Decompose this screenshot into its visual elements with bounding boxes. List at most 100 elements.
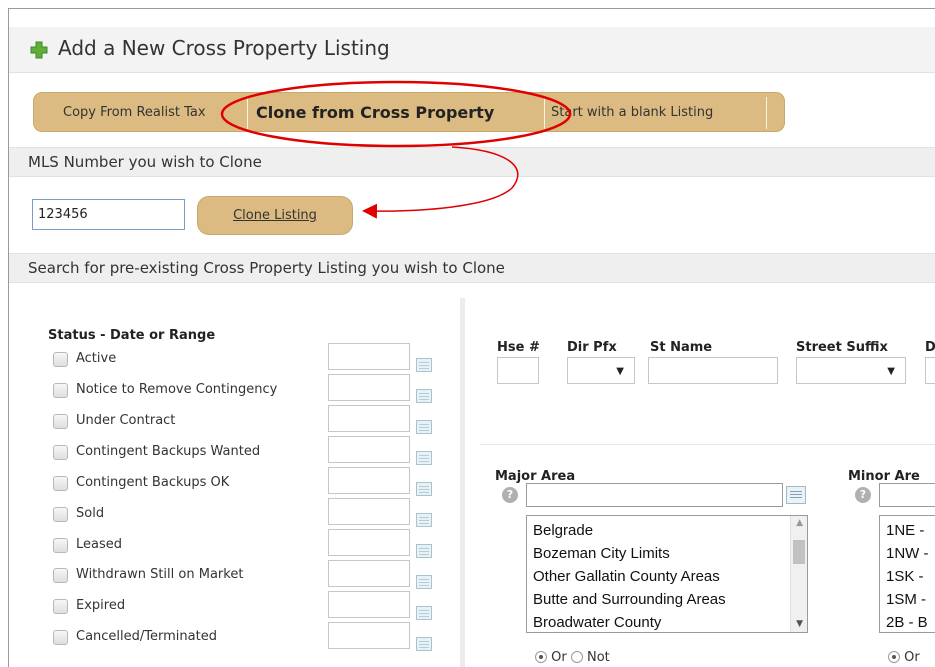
- scroll-down-icon[interactable]: ▼: [796, 619, 803, 629]
- major-area-label: Major Area: [495, 469, 576, 484]
- status-date-input[interactable]: [328, 374, 410, 401]
- list-item[interactable]: 1SM -: [886, 591, 926, 608]
- status-label: Withdrawn Still on Market: [76, 567, 244, 582]
- status-date-input[interactable]: [328, 622, 410, 649]
- status-checkbox[interactable]: [53, 568, 68, 583]
- help-icon[interactable]: ?: [855, 487, 871, 503]
- status-date-input[interactable]: [328, 467, 410, 494]
- not-radio[interactable]: [570, 651, 583, 663]
- status-date-input[interactable]: [328, 436, 410, 463]
- clone-listing-button[interactable]: Clone Listing: [197, 196, 353, 235]
- plus-icon: [30, 41, 48, 59]
- clone-section-label: MLS Number you wish to Clone: [28, 153, 262, 171]
- page-title: Add a New Cross Property Listing: [58, 36, 390, 60]
- status-date-input[interactable]: [328, 405, 410, 432]
- status-label: Active: [76, 351, 117, 366]
- status-checkbox[interactable]: [53, 476, 68, 491]
- tab-separator: [766, 97, 767, 129]
- or-label: Or: [904, 650, 920, 665]
- status-checkbox[interactable]: [53, 352, 68, 367]
- status-checkbox[interactable]: [53, 507, 68, 522]
- calendar-icon[interactable]: [416, 358, 432, 372]
- scroll-thumb[interactable]: [793, 540, 805, 564]
- calendar-icon[interactable]: [416, 513, 432, 527]
- scroll-up-icon[interactable]: ▲: [796, 518, 803, 528]
- help-icon[interactable]: ?: [502, 487, 518, 503]
- minor-area-listbox[interactable]: 1NE - 1NW - 1SK - 1SM - 2B - B: [879, 515, 935, 633]
- status-label: Cancelled/Terminated: [76, 629, 217, 644]
- list-item[interactable]: Other Gallatin County Areas: [533, 568, 720, 585]
- street-name-label: St Name: [650, 340, 713, 355]
- street-suffix-label: Street Suffix: [796, 340, 888, 355]
- clone-section-header: MLS Number you wish to Clone: [9, 147, 935, 177]
- status-date-input[interactable]: [328, 560, 410, 587]
- list-item[interactable]: Butte and Surrounding Areas: [533, 591, 726, 608]
- tab-separator: [247, 97, 248, 129]
- tab-start-blank-listing[interactable]: Start with a blank Listing: [551, 93, 713, 133]
- dir-suffix-label: D: [925, 340, 935, 355]
- list-item[interactable]: 2B - B: [886, 614, 928, 631]
- list-item[interactable]: Belgrade: [533, 522, 593, 539]
- street-name-input[interactable]: [648, 357, 778, 384]
- list-item[interactable]: Broadwater County: [533, 614, 661, 631]
- dir-prefix-label: Dir Pfx: [567, 340, 617, 355]
- chevron-down-icon: ▼: [616, 366, 624, 377]
- status-label: Contingent Backups OK: [76, 475, 230, 490]
- list-item[interactable]: Bozeman City Limits: [533, 545, 670, 562]
- chevron-down-icon: ▼: [887, 366, 895, 377]
- list-item[interactable]: 1NW -: [886, 545, 929, 562]
- tab-clone-from-cross-property[interactable]: Clone from Cross Property: [256, 93, 494, 133]
- status-label: Sold: [76, 506, 105, 521]
- house-number-input[interactable]: [497, 357, 539, 384]
- status-label: Leased: [76, 537, 123, 552]
- mls-number-input[interactable]: 123456: [32, 199, 185, 230]
- status-title: Status - Date or Range: [48, 328, 216, 343]
- or-radio[interactable]: [888, 651, 900, 663]
- major-area-input[interactable]: [526, 483, 783, 507]
- calendar-icon[interactable]: [416, 575, 432, 589]
- major-area-listbox[interactable]: Belgrade Bozeman City Limits Other Galla…: [526, 515, 808, 633]
- status-label: Notice to Remove Contingency: [76, 382, 278, 397]
- dir-prefix-select[interactable]: ▼: [567, 357, 635, 384]
- calendar-icon[interactable]: [416, 637, 432, 651]
- dir-suffix-input[interactable]: [925, 357, 935, 384]
- list-lookup-icon[interactable]: [786, 486, 806, 504]
- calendar-icon[interactable]: [416, 482, 432, 496]
- calendar-icon[interactable]: [416, 389, 432, 403]
- status-date-input[interactable]: [328, 343, 410, 370]
- status-label: Under Contract: [76, 413, 176, 428]
- area-divider: [480, 444, 935, 445]
- calendar-icon[interactable]: [416, 544, 432, 558]
- tab-bar: Copy From Realist Tax Clone from Cross P…: [33, 92, 785, 132]
- tab-copy-from-realist-tax[interactable]: Copy From Realist Tax: [63, 93, 206, 133]
- tab-separator: [544, 97, 545, 129]
- status-checkbox[interactable]: [53, 538, 68, 553]
- minor-area-input[interactable]: [879, 483, 935, 507]
- status-label: Contingent Backups Wanted: [76, 444, 261, 459]
- list-item[interactable]: 1NE -: [886, 522, 924, 539]
- minor-area-or: Or: [888, 650, 920, 665]
- status-checkbox[interactable]: [53, 414, 68, 429]
- status-checkbox[interactable]: [53, 383, 68, 398]
- status-date-input[interactable]: [328, 498, 410, 525]
- calendar-icon[interactable]: [416, 420, 432, 434]
- calendar-icon[interactable]: [416, 606, 432, 620]
- or-radio[interactable]: [535, 651, 547, 663]
- minor-area-label: Minor Are: [848, 469, 920, 484]
- status-checkbox[interactable]: [53, 445, 68, 460]
- scrollbar[interactable]: ▲ ▼: [790, 516, 807, 632]
- status-date-input[interactable]: [328, 529, 410, 556]
- list-item[interactable]: 1SK -: [886, 568, 924, 585]
- status-checkbox[interactable]: [53, 630, 68, 645]
- street-suffix-select[interactable]: ▼: [796, 357, 906, 384]
- not-label: Not: [587, 650, 610, 665]
- house-number-label: Hse #: [497, 340, 540, 355]
- panel-divider: [460, 298, 465, 667]
- or-label: Or: [551, 650, 567, 665]
- status-label: Expired: [76, 598, 126, 613]
- major-area-or-not: Or Not: [535, 650, 610, 665]
- calendar-icon[interactable]: [416, 451, 432, 465]
- status-date-input[interactable]: [328, 591, 410, 618]
- status-checkbox[interactable]: [53, 599, 68, 614]
- search-section-label: Search for pre-existing Cross Property L…: [28, 259, 505, 277]
